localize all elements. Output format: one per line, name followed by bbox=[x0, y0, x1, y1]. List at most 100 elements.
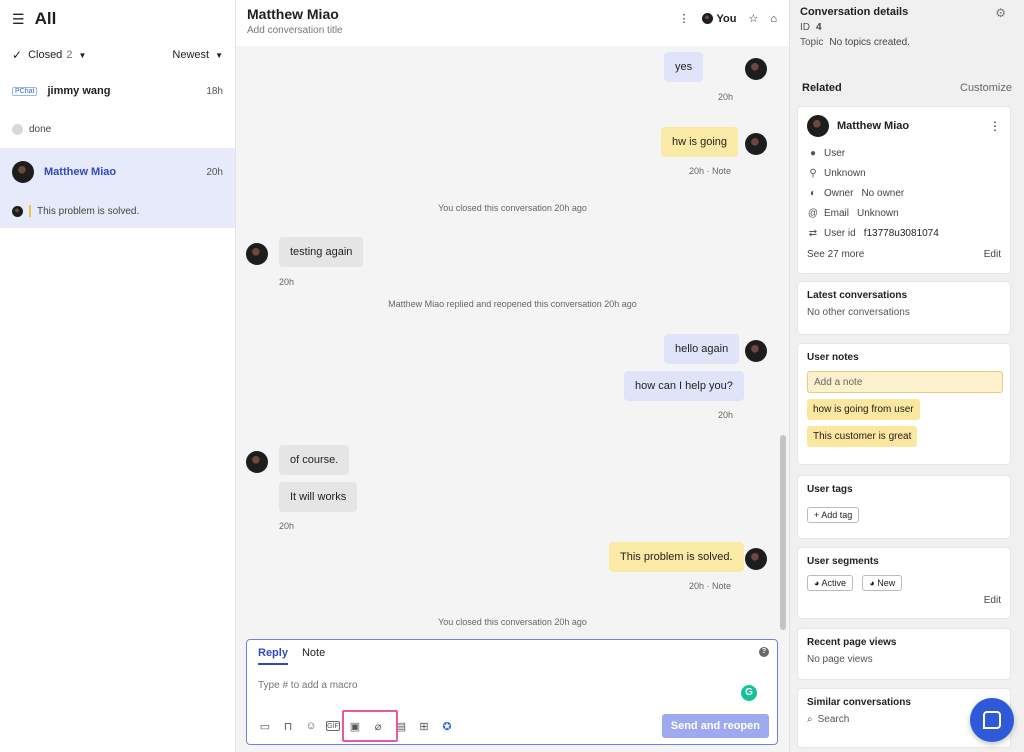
tab-note[interactable]: Note bbox=[302, 647, 325, 665]
status-filter-label: Closed bbox=[28, 49, 63, 61]
segment-label: Active bbox=[821, 578, 846, 588]
email-label: Email bbox=[824, 207, 850, 219]
message-thread: yes 20h hw is going 20h · Note You close… bbox=[236, 46, 789, 636]
id-label: ID bbox=[800, 22, 810, 33]
avatar bbox=[745, 340, 767, 362]
related-label: Related bbox=[802, 82, 842, 94]
send-and-reopen-button[interactable]: Send and reopen bbox=[661, 714, 769, 738]
message-meta: 20h bbox=[279, 277, 295, 287]
list-header: ☰ All bbox=[0, 0, 235, 38]
more-options-icon[interactable]: ⋮ bbox=[989, 119, 1001, 133]
help-icon[interactable]: ? bbox=[759, 647, 769, 657]
user-name[interactable]: Matthew Miao bbox=[837, 120, 909, 132]
tab-reply[interactable]: Reply bbox=[258, 647, 288, 665]
message-bubble: yes bbox=[664, 52, 704, 82]
id-value: 4 bbox=[816, 22, 822, 33]
conversation-item-active[interactable]: Matthew Miao 20h This problem is solved. bbox=[0, 149, 235, 228]
conversation-item[interactable]: PChat jimmy wang 18h done bbox=[0, 72, 235, 149]
menu-icon[interactable]: ☰ bbox=[12, 11, 25, 28]
user-tags-card: User tags + Add tag bbox=[797, 475, 1011, 539]
edit-link[interactable]: Edit bbox=[984, 249, 1001, 260]
message-meta: 20h · Note bbox=[689, 166, 732, 176]
system-event: Matthew Miao replied and reopened this c… bbox=[388, 299, 637, 309]
conversation-details: Conversation details ⚙ ID 4 Topic No topic… bbox=[790, 0, 1024, 68]
userid-value: f13778u3081074 bbox=[863, 227, 939, 239]
see-more-link[interactable]: See 27 more bbox=[807, 249, 864, 260]
message-bubble: testing again bbox=[279, 237, 364, 267]
user-icon: ● bbox=[809, 147, 817, 159]
conversation-list-panel: ☰ All ✓ Closed 2 ▼ Newest ▼ PChat jimmy … bbox=[0, 0, 236, 752]
note-indicator bbox=[29, 205, 31, 217]
add-title-link[interactable]: Add conversation title bbox=[247, 25, 778, 36]
notes-title: User notes bbox=[807, 352, 859, 363]
location-icon: ⚲ bbox=[809, 167, 817, 179]
swap-icon: ⇄ bbox=[808, 227, 818, 239]
note-item[interactable]: how is going from user bbox=[807, 399, 920, 420]
system-event: You closed this conversation 20h ago bbox=[438, 617, 587, 627]
user-location: Unknown bbox=[824, 167, 866, 179]
segment-chip[interactable]: ◕ Active bbox=[807, 575, 853, 591]
tags-title: User tags bbox=[807, 484, 853, 495]
article-icon[interactable]: ▭ bbox=[257, 718, 273, 734]
conversation-preview: This problem is solved. bbox=[37, 205, 140, 217]
details-panel: Conversation details ⚙ ID 4 Topic No topic… bbox=[789, 0, 1024, 752]
segments-edit-link[interactable]: Edit bbox=[807, 595, 1001, 606]
segments-title: User segments bbox=[807, 556, 879, 567]
avatar bbox=[12, 161, 34, 183]
segment-label: New bbox=[877, 578, 896, 588]
similar-title: Similar conversations bbox=[807, 697, 911, 708]
avatar bbox=[246, 451, 268, 473]
owner-icon: ◐ bbox=[809, 187, 817, 199]
gear-icon[interactable]: ⚙ bbox=[995, 6, 1006, 20]
sort-filter-label: Newest bbox=[172, 49, 210, 61]
channel-logo-icon: PChat bbox=[12, 86, 38, 96]
email-value[interactable]: Unknown bbox=[857, 208, 899, 219]
note-item[interactable]: This customer is great bbox=[807, 426, 918, 447]
avatar bbox=[807, 115, 829, 137]
segment-chip[interactable]: ◕ New bbox=[862, 575, 903, 591]
apps-icon[interactable]: ⊞ bbox=[416, 718, 432, 734]
similar-search[interactable]: Search bbox=[818, 714, 850, 725]
note-bubble: This problem is solved. bbox=[609, 542, 744, 572]
emoji-icon[interactable]: ☺ bbox=[303, 718, 319, 734]
avatar-placeholder-icon bbox=[12, 123, 23, 135]
gif-icon[interactable]: GIF bbox=[326, 721, 340, 731]
highlight-box bbox=[342, 710, 398, 742]
avatar bbox=[745, 548, 767, 570]
grammarly-icon[interactable]: G bbox=[741, 685, 757, 701]
avatar bbox=[246, 243, 268, 265]
more-options-icon[interactable]: ⋮ bbox=[679, 12, 690, 25]
conversation-preview: done bbox=[29, 123, 52, 135]
email-icon: @ bbox=[807, 207, 819, 219]
message-meta: 20h bbox=[279, 521, 295, 531]
add-note-input[interactable]: Add a note bbox=[807, 371, 1003, 393]
avatar bbox=[745, 133, 767, 155]
customize-link[interactable]: Customize bbox=[960, 82, 1012, 94]
message-bubble: how can I help you? bbox=[624, 371, 744, 401]
topic-value: No topics created. bbox=[829, 37, 910, 48]
add-tag-button[interactable]: + Add tag bbox=[807, 507, 860, 523]
conversation-header: Matthew Miao Add conversation title ⋮ Yo… bbox=[236, 0, 789, 46]
assignee-label: You bbox=[716, 12, 737, 25]
smart-reply-icon[interactable]: ✪ bbox=[439, 718, 455, 734]
user-role: User bbox=[824, 147, 846, 159]
assignee-button[interactable]: You bbox=[701, 12, 737, 25]
messenger-launcher-button[interactable] bbox=[970, 698, 1014, 742]
message-meta: 20h bbox=[718, 410, 734, 420]
message-meta: 20h bbox=[718, 92, 734, 102]
sort-filter[interactable]: Newest ▼ bbox=[172, 49, 223, 61]
message-bubble: It will works bbox=[279, 482, 358, 512]
latest-title: Latest conversations bbox=[807, 290, 908, 301]
star-icon[interactable]: ☆ bbox=[748, 12, 758, 25]
status-filter[interactable]: ✓ Closed 2 ▼ bbox=[12, 48, 86, 62]
inbox-icon[interactable]: ⌂ bbox=[770, 13, 777, 25]
scrollbar-thumb[interactable] bbox=[780, 435, 786, 630]
caret-down-icon: ▼ bbox=[78, 50, 87, 60]
avatar bbox=[12, 205, 23, 217]
owner-value[interactable]: No owner bbox=[861, 188, 904, 199]
reply-input[interactable] bbox=[258, 680, 718, 691]
related-header: Related Customize bbox=[790, 82, 1024, 94]
user-notes-card: User notes Add a note how is going from … bbox=[797, 343, 1011, 465]
conversation-name: jimmy wang bbox=[47, 85, 111, 97]
bookmark-icon[interactable]: ⊓ bbox=[280, 718, 296, 734]
